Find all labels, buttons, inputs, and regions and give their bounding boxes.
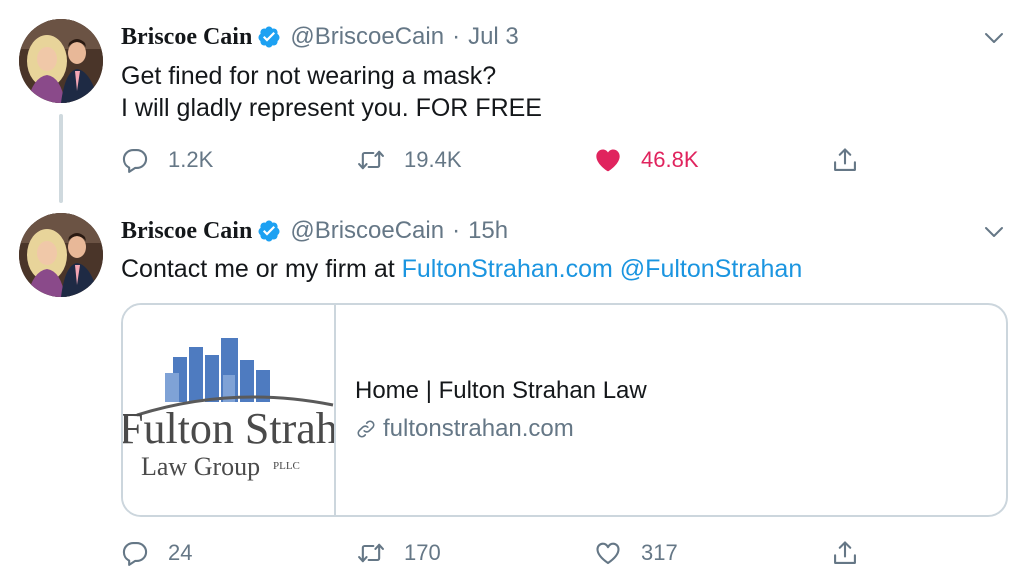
card-url-text: fultonstrahan.com: [383, 415, 574, 442]
retweet-button[interactable]: 170: [357, 535, 441, 571]
tweet-text-line: I will gladly represent you. FOR FREE: [121, 94, 542, 122]
heart-icon: [596, 542, 620, 565]
reply-icon: [122, 149, 148, 173]
retweet-icon: [358, 543, 384, 563]
retweet-count: 19.4K: [404, 147, 462, 172]
retweet-count: 170: [404, 540, 441, 565]
tweet-actions: 1.2K 19.4K 46.8K: [121, 142, 881, 178]
link-icon: [357, 420, 375, 438]
author-name[interactable]: Briscoe Cain: [121, 24, 252, 51]
tweet[interactable]: Briscoe Cain @BriscoeCain · 15h Contact …: [0, 205, 1024, 586]
tweet-actions: 24 170 317: [121, 535, 881, 571]
share-icon: [834, 148, 856, 171]
author-name[interactable]: Briscoe Cain: [121, 218, 252, 245]
tweet-timestamp[interactable]: Jul 3: [468, 23, 519, 51]
tweet-text: Get fined for not wearing a mask? I will…: [121, 60, 542, 124]
like-button[interactable]: 46.8K: [594, 142, 699, 178]
retweet-button[interactable]: 19.4K: [357, 142, 462, 178]
avatar-image: [19, 213, 103, 297]
tweet-text-prefix: Contact me or my firm at: [121, 255, 402, 283]
link-preview-card[interactable]: Fulton Strahan Law Group PLLC Home | Ful…: [121, 303, 1008, 517]
share-button[interactable]: [831, 142, 859, 178]
share-button[interactable]: [831, 535, 859, 571]
reply-button[interactable]: 1.2K: [121, 142, 213, 178]
author-handle[interactable]: @BriscoeCain: [290, 217, 444, 245]
verified-badge-icon: [257, 219, 281, 243]
mention-link[interactable]: @FultonStrahan: [620, 255, 802, 283]
avatar-image: [19, 19, 103, 103]
reply-count: 24: [168, 540, 193, 565]
reply-icon: [122, 542, 148, 566]
card-image: Fulton Strahan Law Group PLLC: [123, 305, 336, 515]
avatar[interactable]: [19, 19, 103, 103]
fulton-strahan-logo: Fulton Strahan Law Group PLLC: [123, 338, 336, 481]
tweet-text: Contact me or my firm at FultonStrahan.c…: [121, 253, 802, 285]
tweet[interactable]: Briscoe Cain @BriscoeCain · Jul 3 Get fi…: [0, 0, 1024, 205]
separator-dot: ·: [452, 217, 461, 244]
logo-text-main: Fulton Strahan: [123, 404, 336, 453]
retweet-icon: [358, 150, 384, 170]
url-link[interactable]: FultonStrahan.com: [402, 255, 613, 283]
like-button[interactable]: 317: [594, 535, 678, 571]
tweet-header: Briscoe Cain @BriscoeCain · 15h: [121, 214, 508, 248]
avatar[interactable]: [19, 213, 103, 297]
thread-connector: [59, 114, 63, 203]
like-count: 46.8K: [641, 147, 699, 172]
author-handle[interactable]: @BriscoeCain: [290, 23, 444, 51]
reply-count: 1.2K: [168, 147, 214, 172]
chevron-down-icon[interactable]: [982, 26, 1006, 50]
tweet-timestamp[interactable]: 15h: [468, 217, 508, 245]
share-icon: [834, 541, 856, 564]
card-title: Home | Fulton Strahan Law: [355, 377, 647, 404]
chevron-down-icon[interactable]: [982, 220, 1006, 244]
like-count: 317: [641, 540, 678, 565]
logo-text-suffix: PLLC: [273, 460, 300, 472]
logo-text-sub: Law Group: [141, 452, 260, 481]
reply-button[interactable]: 24: [121, 535, 192, 571]
tweet-header: Briscoe Cain @BriscoeCain · Jul 3: [121, 20, 519, 54]
heart-icon: [596, 149, 620, 172]
tweet-text-line: Get fined for not wearing a mask?: [121, 62, 497, 90]
card-url: fultonstrahan.com: [355, 415, 574, 443]
separator-dot: ·: [452, 23, 461, 50]
verified-badge-icon: [257, 25, 281, 49]
